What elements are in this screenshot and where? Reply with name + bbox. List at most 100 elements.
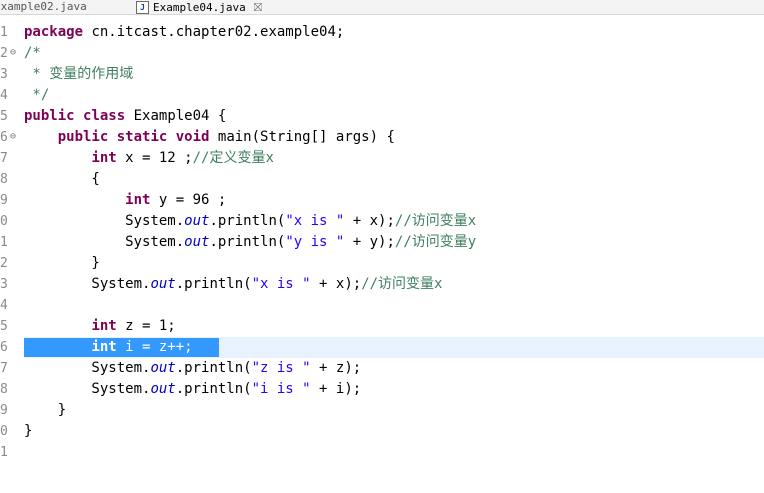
code-token: .println( (209, 213, 286, 229)
code-text: System.out.println("x is " + x);//访问变量x (24, 274, 442, 295)
line-number: 3 (0, 277, 8, 292)
code-token: out (184, 234, 210, 250)
tab-example04-label: Example04.java (153, 0, 246, 14)
code-text: public static void main(String[] args) { (24, 127, 395, 148)
close-tab-icon[interactable]: ⛝ (254, 1, 262, 14)
fold-toggle-icon[interactable]: ⊖ (10, 127, 16, 146)
code-token: System. (24, 276, 151, 292)
code-token: class (83, 108, 126, 124)
code-line[interactable]: 8 { (0, 169, 764, 190)
code-text: int i = z++; (24, 337, 192, 358)
code-token: { (24, 171, 100, 187)
code-line[interactable]: 0 System.out.println("x is " + x);//访问变量… (0, 211, 764, 232)
code-token: cn.itcast.chapter02.example04; (83, 24, 345, 40)
code-token: static (116, 129, 168, 145)
line-number: 1 (0, 445, 8, 460)
code-line[interactable]: 4 (0, 295, 764, 316)
code-token: System. (24, 213, 185, 229)
tab-example02-label: Example02.java (0, 0, 87, 13)
code-text: package cn.itcast.chapter02.example04; (24, 22, 344, 43)
code-token: + x); (344, 213, 395, 229)
code-text: System.out.println("y is " + y);//访问变量y (24, 232, 476, 253)
java-file-icon: J (136, 0, 149, 14)
code-line[interactable]: 6 ⊖ public static void main(String[] args… (0, 127, 764, 148)
line-number: 2 (0, 256, 8, 271)
code-token: int (125, 192, 151, 208)
code-text: System.out.println("x is " + x);//访问变量x (24, 211, 476, 232)
code-token: + y); (344, 234, 395, 250)
code-line[interactable]: 9 int y = 96 ; (0, 190, 764, 211)
code-line[interactable]: 5 public class Example04 { (0, 106, 764, 127)
code-token: .println( (175, 276, 252, 292)
code-line[interactable]: 8 System.out.println("i is " + i); (0, 379, 764, 400)
code-line[interactable]: 7 int x = 12 ;//定义变量x (0, 148, 764, 169)
tab-example02[interactable]: Example02.java (0, 0, 87, 14)
code-text: int y = 96 ; (24, 190, 226, 211)
code-token: System. (24, 234, 185, 250)
code-token: "i is " (251, 381, 311, 397)
line-number: 0 (0, 214, 8, 229)
code-line[interactable]: 2 ⊖/* (0, 43, 764, 64)
fold-toggle-icon[interactable]: ⊖ (10, 43, 16, 62)
code-text: */ (24, 85, 49, 106)
code-line[interactable]: 6 int i = z++; (0, 337, 764, 358)
code-line[interactable]: 4 */ (0, 85, 764, 106)
code-editor[interactable]: 1 package cn.itcast.chapter02.example04; 2… (0, 14, 764, 493)
code-line[interactable]: 2 } (0, 253, 764, 274)
code-token: //访问变量x (394, 213, 477, 229)
line-number: 1 (0, 235, 8, 250)
code-line[interactable]: 3 * 变量的作用域 (0, 64, 764, 85)
code-line[interactable]: 1 package cn.itcast.chapter02.example04; (0, 22, 764, 43)
code-text: } (24, 421, 32, 442)
code-token: "z is " (251, 360, 311, 376)
code-token: //访问变量x (361, 276, 443, 292)
code-text: System.out.println("i is " + i); (24, 379, 361, 400)
code-line[interactable]: 7 System.out.println("z is " + z); (0, 358, 764, 379)
code-line[interactable]: 5 int z = 1; (0, 316, 764, 337)
code-line[interactable]: 9 } (0, 400, 764, 421)
code-line[interactable]: 1 System.out.println("y is " + y);//访问变量… (0, 232, 764, 253)
code-text: int x = 12 ;//定义变量x (24, 148, 273, 169)
code-token: x = 12 ; (116, 150, 193, 166)
code-token: } (24, 423, 33, 439)
code-text: int z = 1; (24, 316, 175, 337)
code-text: System.out.println("z is " + z); (24, 358, 361, 379)
code-token: int (91, 339, 117, 355)
code-token: out (150, 276, 176, 292)
code-token: .println( (175, 360, 252, 376)
line-number: 9 (0, 403, 8, 418)
line-number: 6 (0, 340, 8, 355)
code-text: } (24, 253, 99, 274)
code-text: public class Example04 { (24, 106, 226, 127)
tab-example04[interactable]: J Example04.java ⛝ (136, 0, 262, 14)
code-token: "x is " (285, 213, 345, 229)
code-token: */ (24, 87, 50, 103)
code-token: + i); (310, 381, 362, 397)
code-token: package (24, 24, 84, 40)
code-token: int (91, 318, 117, 334)
code-token: out (150, 381, 176, 397)
line-number: 1 (0, 25, 8, 40)
line-number: 5 (0, 109, 8, 124)
line-number: 7 (0, 361, 8, 376)
code-line[interactable]: 1 (0, 442, 764, 463)
code-line[interactable]: 3 System.out.println("x is " + x);//访问变量… (0, 274, 764, 295)
line-number: 3 (0, 67, 8, 82)
code-token: "y is " (285, 234, 345, 250)
editor-tab-bar: Example02.java J Example04.java ⛝ (0, 0, 764, 15)
code-token: } (24, 402, 67, 418)
code-token: public (24, 108, 75, 124)
code-text: } (24, 400, 66, 421)
code-token: Example04 { (125, 108, 227, 124)
code-line[interactable]: 0} (0, 421, 764, 442)
code-token: "x is " (251, 276, 311, 292)
code-text: { (24, 169, 100, 190)
code-text: * 变量的作用域 (24, 64, 133, 85)
code-token: //访问变量y (394, 234, 477, 250)
code-token: out (184, 213, 210, 229)
code-token: + z); (310, 360, 362, 376)
